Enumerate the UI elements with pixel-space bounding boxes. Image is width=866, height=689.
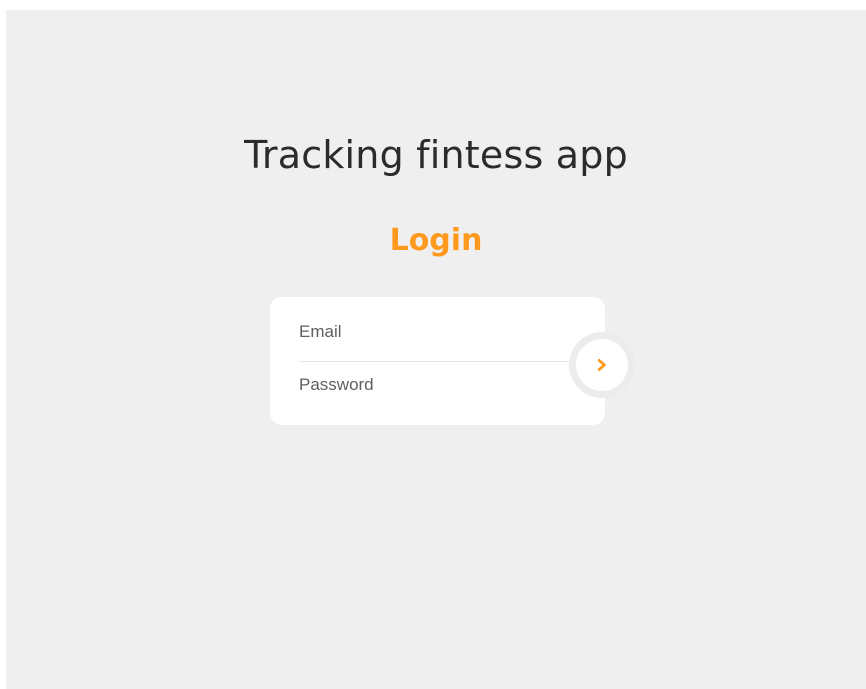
chevron-right-icon [597,359,606,371]
app-canvas: Tracking fintess app Login [6,10,866,689]
submit-button[interactable] [576,339,628,391]
email-field[interactable] [299,313,567,351]
field-divider [299,361,575,362]
login-card [270,297,605,425]
login-heading: Login [389,223,483,258]
app-title: Tracking fintess app [244,133,628,177]
password-field[interactable] [299,366,567,404]
